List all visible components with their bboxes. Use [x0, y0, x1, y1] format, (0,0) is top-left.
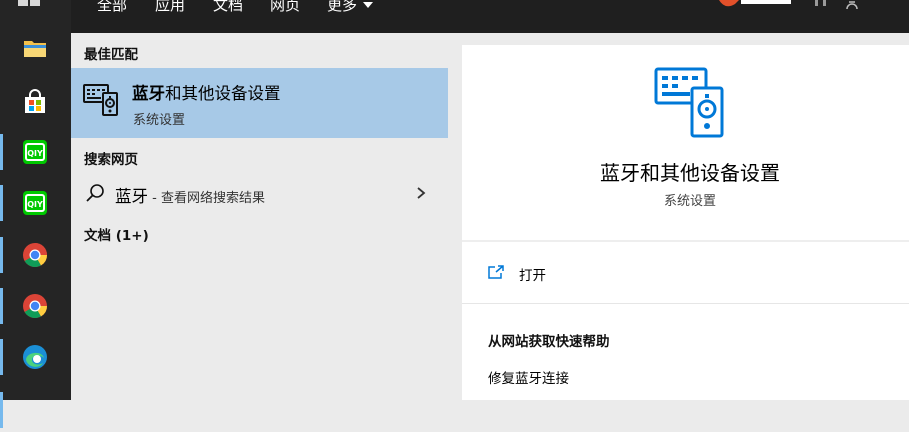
chrome-icon — [23, 243, 47, 268]
documents-header[interactable]: 文档 (1+) — [84, 224, 149, 244]
search-icon — [86, 184, 104, 202]
open-icon — [488, 265, 504, 279]
detail-subtitle: 系统设置 — [663, 194, 716, 209]
bluetooth-devices-icon — [654, 67, 724, 138]
taskbar-store[interactable] — [0, 80, 71, 124]
result-detail-panel: 蓝牙和其他设备设置 系统设置 打开 从网站获取快速帮助 修复蓝牙连接 — [462, 45, 909, 400]
tab-web[interactable]: 网页 — [270, 0, 300, 33]
taskbar-chrome-1[interactable] — [0, 233, 71, 277]
svg-text:QIY: QIY — [27, 149, 43, 158]
edge-icon — [23, 345, 47, 369]
tab-documents[interactable]: 文档 — [213, 0, 243, 33]
active-indicator — [0, 392, 3, 428]
web-help-header: 从网站获取快速帮助 — [488, 334, 610, 350]
tab-label: 全部 — [97, 0, 128, 14]
taskbar: QIY QIY — [0, 0, 71, 428]
iqiyi-icon: QIY — [23, 191, 47, 215]
active-indicator — [0, 185, 3, 221]
active-indicator — [0, 339, 3, 375]
taskbar-edge[interactable] — [0, 335, 71, 379]
chrome-icon — [23, 294, 47, 319]
bluetooth-devices-icon — [83, 84, 118, 116]
search-results-panel: 最佳匹配 蓝牙和其他设备设置 系统设置 搜索网页 蓝牙 - 查看网络搜索结果 文… — [71, 33, 448, 400]
tab-more[interactable]: 更多 — [327, 0, 374, 33]
tab-label: 网页 — [270, 0, 301, 14]
best-match-item[interactable]: 蓝牙和其他设备设置 系统设置 — [71, 68, 448, 138]
detail-title: 蓝牙和其他设备设置 — [600, 161, 780, 185]
taskbar-chrome-2[interactable] — [0, 284, 71, 328]
taskbar-file-explorer[interactable] — [0, 26, 71, 70]
taskbar-iqiyi-2[interactable]: QIY — [0, 181, 71, 225]
file-explorer-icon — [24, 41, 46, 57]
svg-text:QIY: QIY — [27, 200, 43, 209]
help-link-fix-bluetooth[interactable]: 修复蓝牙连接 — [488, 367, 569, 387]
microsoft-store-icon — [25, 89, 45, 113]
best-match-title: 蓝牙和其他设备设置 — [132, 84, 281, 103]
active-indicator — [0, 134, 3, 170]
divider — [462, 303, 909, 304]
chevron-right-icon[interactable] — [415, 186, 427, 200]
tab-apps[interactable]: 应用 — [155, 0, 185, 33]
windows-start-icon[interactable] — [18, 0, 42, 10]
active-indicator — [0, 237, 3, 273]
open-label: 打开 — [519, 268, 546, 284]
search-scope-tabs: 全部 应用 文档 网页 更多 — [71, 0, 909, 33]
best-match-header: 最佳匹配 — [84, 47, 138, 63]
iqiyi-icon: QIY — [23, 140, 47, 164]
tab-label: 更多 — [327, 0, 358, 14]
taskbar-iqiyi-1[interactable]: QIY — [0, 130, 71, 174]
open-action[interactable]: 打开 — [487, 261, 687, 285]
divider — [462, 240, 909, 242]
account-icons — [719, 0, 858, 10]
tab-label: 应用 — [155, 0, 186, 14]
tab-label: 文档 — [213, 0, 244, 14]
web-search-header: 搜索网页 — [84, 152, 138, 168]
active-indicator — [0, 288, 3, 324]
chevron-down-icon — [363, 2, 374, 8]
web-search-text: 蓝牙 - 查看网络搜索结果 — [115, 187, 265, 206]
taskbar-item-partial[interactable] — [0, 388, 71, 432]
tab-all[interactable]: 全部 — [97, 0, 127, 33]
best-match-subtitle: 系统设置 — [133, 113, 186, 128]
web-search-item[interactable]: 蓝牙 - 查看网络搜索结果 — [71, 176, 448, 212]
